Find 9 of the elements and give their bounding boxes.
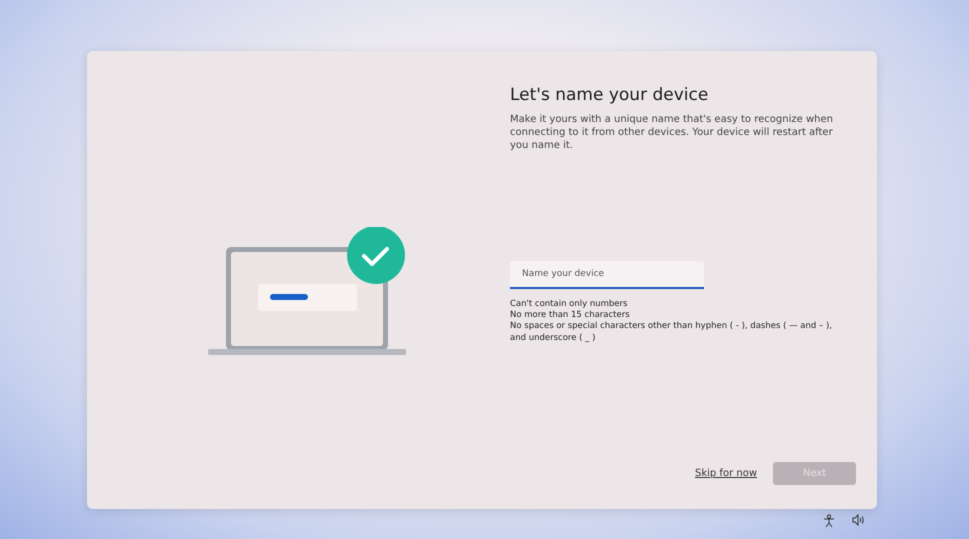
description: Make it yours with a unique name that's easy to recognize when connecting to it from other devices. Your device will restart after you name it.: [510, 113, 834, 152]
rule-text: No more than 15 characters: [510, 310, 631, 322]
volume-icon[interactable]: [852, 514, 866, 526]
rule-text: Can't contain only numbers: [510, 299, 628, 310]
page-title: Let's name your device: [510, 85, 710, 106]
rule-text: No spaces or special characters other than hyphen ( - ), dashes ( — and – ), and underscore ( _ ): [510, 321, 833, 344]
skip-link[interactable]: Skip for now: [694, 466, 757, 481]
accessibility-icon[interactable]: [822, 514, 836, 528]
name-field[interactable]: Name your device: [510, 261, 704, 290]
